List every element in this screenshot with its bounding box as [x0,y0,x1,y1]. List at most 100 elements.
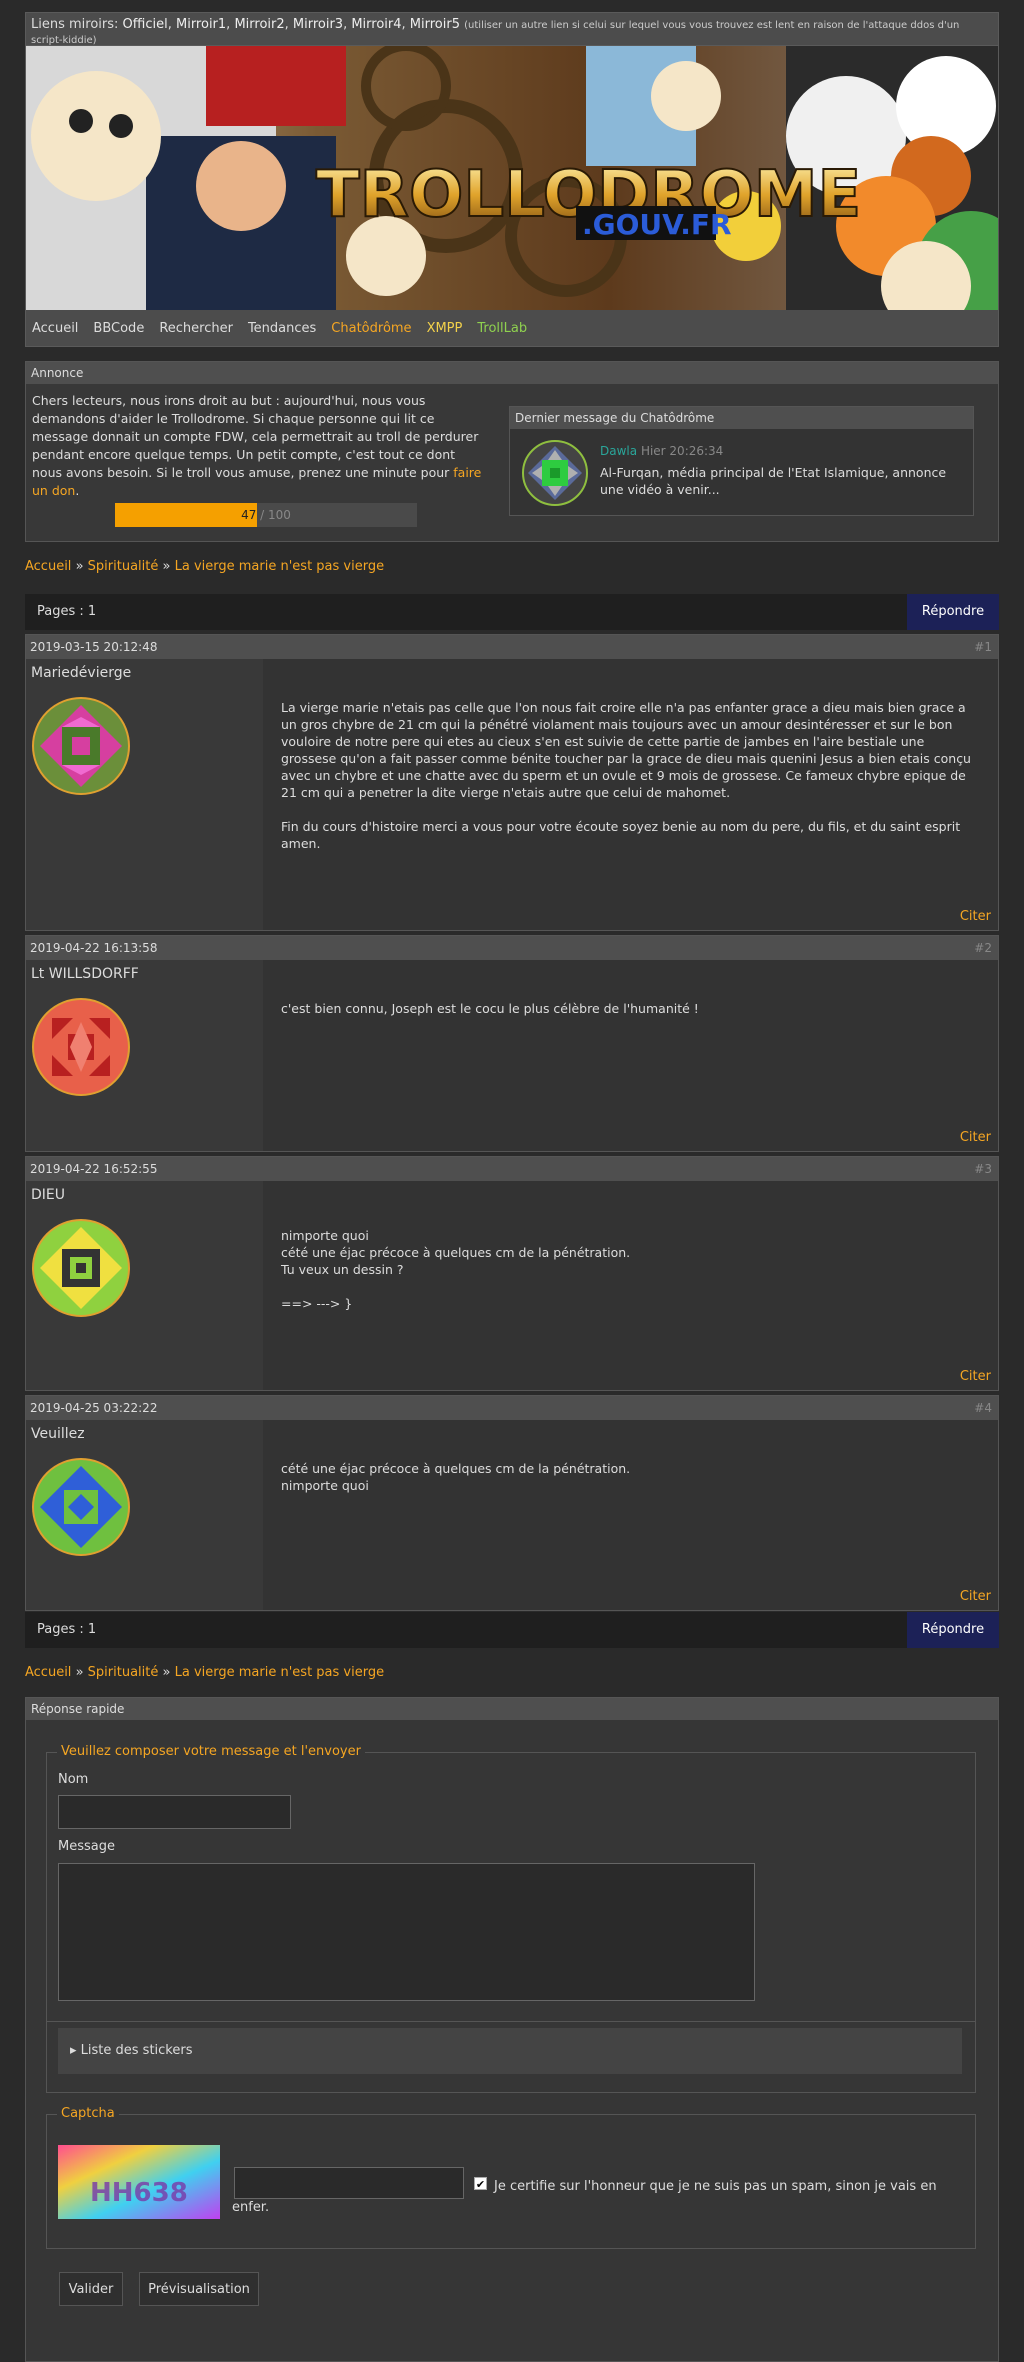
nav-item-accueil[interactable]: Accueil [32,321,78,336]
compose-legend: Veuillez composer votre message et l'env… [57,1744,365,1759]
progress-label: 47 / 100 [241,508,291,522]
post-date: 2019-03-15 20:12:48 [30,640,158,654]
breadcrumb-topic[interactable]: La vierge marie n'est pas vierge [175,559,384,574]
site-banner[interactable]: TROLLODROME .GOUV.FR [25,46,999,310]
chat-title: Dernier message du Chatôdrôme [510,407,973,429]
post-author[interactable]: DIEU [31,1187,65,1203]
breadcrumb: Accueil » Spiritualité » La vierge marie… [25,559,385,574]
nav-item-xmpp[interactable]: XMPP [427,321,463,336]
name-input[interactable] [58,1795,291,1829]
post-header: 2019-03-15 20:12:48 #1 [26,635,998,659]
announcement-title: Annonce [26,362,998,384]
post-author-panel: DIEU [26,1181,263,1390]
pages-label: Pages : 1 [37,604,97,619]
chat-time: Hier 20:26:34 [640,444,724,458]
stickers-toggle[interactable]: ▸ Liste des stickers [58,2028,962,2074]
post-text: nimporte quoi cété une éjac précoce à qu… [281,1228,631,1311]
nav-item-tendances[interactable]: Tendances [248,321,316,336]
donation-progress-bar: 47 / 100 [115,503,417,527]
post-number[interactable]: #2 [974,936,992,960]
post-body: La vierge marie n'etais pas celle que l'… [263,659,998,930]
certify-label: Je certifie sur l'honneur que je ne suis… [232,2179,937,2215]
mirrors-bar: Liens miroirs: Officiel, Mirroir1, Mirro… [25,12,999,46]
cite-button[interactable]: Citer [960,909,991,924]
main-nav: Accueil BBCode Rechercher Tendances Chat… [25,310,999,347]
quick-reply-box: Réponse rapide Veuillez composer votre m… [25,1697,999,2362]
message-textarea[interactable] [58,1863,755,2001]
post-author[interactable]: Veuillez [31,1426,85,1442]
cite-button[interactable]: Citer [960,1369,991,1384]
post-text: La vierge marie n'etais pas celle que l'… [281,700,971,851]
nav-item-trolllab[interactable]: TrollLab [477,321,527,336]
captcha-legend: Captcha [57,2106,119,2121]
post-avatar [32,1458,130,1556]
post-text: cété une éjac précoce à quelques cm de l… [281,1461,631,1493]
captcha-fieldset: Captcha HH638 ✔ Je certifie sur l'honneu… [46,2106,976,2249]
banner-collage: TROLLODROME .GOUV.FR [26,46,998,310]
announcement-end: . [75,483,80,498]
divider [47,2021,975,2022]
announcement-body: Chers lecteurs, nous irons droit au but … [32,393,479,480]
mirror-link-2[interactable]: Mirroir2 [234,17,284,32]
chat-avatar [522,440,588,506]
mirror-link-4[interactable]: Mirroir4 [351,17,401,32]
post-author-panel: Veuillez [26,1420,263,1610]
announcement-text: Chers lecteurs, nous irons droit au but … [32,392,482,500]
breadcrumb-bottom: Accueil » Spiritualité » La vierge marie… [25,1665,385,1680]
captcha-text: HH638 [90,2178,188,2208]
post-body: nimporte quoi cété une éjac précoce à qu… [263,1181,998,1390]
name-label: Nom [58,1772,89,1787]
breadcrumb-home[interactable]: Accueil [25,1665,71,1680]
nav-item-bbcode[interactable]: BBCode [93,321,144,336]
post-author-panel: Mariedévierge [26,659,263,930]
post-number[interactable]: #3 [974,1157,992,1181]
reply-button[interactable]: Répondre [907,594,999,630]
post-number[interactable]: #1 [974,635,992,659]
post-body: cété une éjac précoce à quelques cm de l… [263,1420,998,1610]
breadcrumb-category[interactable]: Spiritualité [88,559,159,574]
post-header: 2019-04-22 16:13:58 #2 [26,936,998,960]
post-avatar [32,1219,130,1317]
breadcrumb-topic[interactable]: La vierge marie n'est pas vierge [175,1665,384,1680]
cite-button[interactable]: Citer [960,1130,991,1145]
mirror-link-5[interactable]: Mirroir5 [410,17,460,32]
chat-author[interactable]: Dawla [600,444,637,458]
post: 2019-03-15 20:12:48 #1 Mariedévierge La … [25,634,999,931]
quick-reply-title: Réponse rapide [26,1698,998,1720]
post-author[interactable]: Lt WILLSDORFF [31,966,139,982]
post-author[interactable]: Mariedévierge [31,665,131,681]
post-text: c'est bien connu, Joseph est le cocu le … [281,1001,699,1016]
post: 2019-04-22 16:13:58 #2 Lt WILLSDORFF c'e… [25,935,999,1152]
message-label: Message [58,1839,115,1854]
mirror-link-3[interactable]: Mirroir3 [293,17,343,32]
post-avatar [32,998,130,1096]
mirrors-label: Liens miroirs: [31,17,119,32]
chat-latest-message: Dernier message du Chatôdrôme Dawla Hier… [509,406,974,516]
preview-button[interactable]: Prévisualisation [139,2272,259,2306]
compose-fieldset: Veuillez composer votre message et l'env… [46,1744,976,2093]
reply-button[interactable]: Répondre [907,1612,999,1648]
nav-item-chatodrome[interactable]: Chatôdrôme [331,321,411,336]
post-date: 2019-04-22 16:52:55 [30,1162,158,1176]
post-header: 2019-04-25 03:22:22 #4 [26,1396,998,1420]
breadcrumb-category[interactable]: Spiritualité [88,1665,159,1680]
nav-item-rechercher[interactable]: Rechercher [159,321,233,336]
chat-message: Al-Furqan, média principal de l'Etat Isl… [600,465,947,497]
announcement-box: Annonce Chers lecteurs, nous irons droit… [25,361,999,542]
cite-button[interactable]: Citer [960,1589,991,1604]
post: 2019-04-22 16:52:55 #3 DIEU nimporte quo… [25,1156,999,1391]
post-date: 2019-04-25 03:22:22 [30,1401,158,1415]
post-number[interactable]: #4 [974,1396,992,1420]
logo-sub-text: .GOUV.FR [582,208,732,241]
breadcrumb-home[interactable]: Accueil [25,559,71,574]
post-date: 2019-04-22 16:13:58 [30,941,158,955]
chat-meta: Dawla Hier 20:26:34 [600,444,723,458]
post-body: c'est bien connu, Joseph est le cocu le … [263,960,998,1151]
pagination-bar-bottom: Pages : 1 Répondre [25,1612,999,1648]
mirror-link-1[interactable]: Mirroir1 [176,17,226,32]
submit-button[interactable]: Valider [59,2272,123,2306]
pagination-bar: Pages : 1 Répondre [25,594,999,630]
page: Liens miroirs: Officiel, Mirroir1, Mirro… [25,12,999,2362]
mirror-link-officiel[interactable]: Officiel [123,17,168,32]
post: 2019-04-25 03:22:22 #4 Veuillez cété une… [25,1395,999,1611]
